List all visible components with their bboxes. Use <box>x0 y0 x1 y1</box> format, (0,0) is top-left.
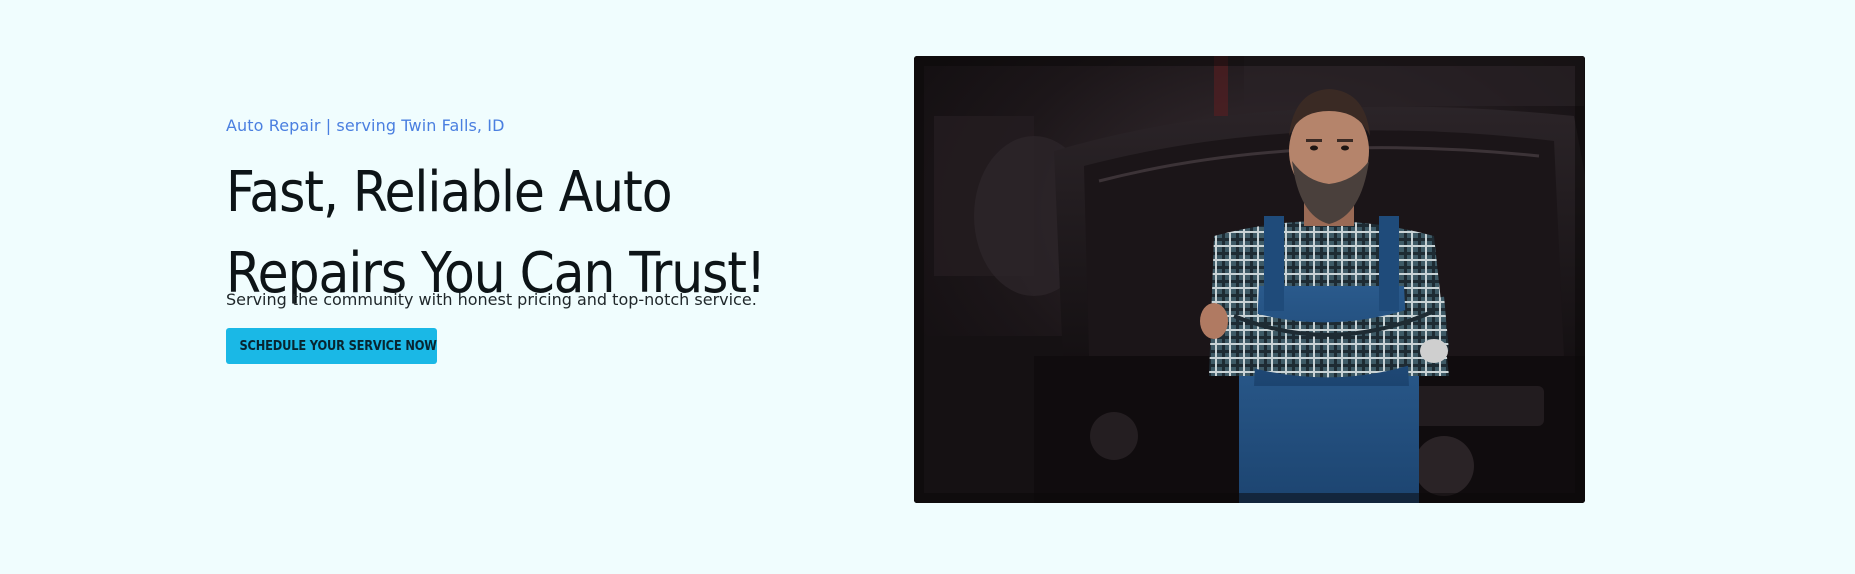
mechanic-photo-illustration <box>914 56 1585 503</box>
schedule-service-button-label: SCHEDULE YOUR SERVICE NOW <box>239 338 437 354</box>
mechanic-photo <box>914 56 1585 503</box>
hero-subtext: Serving the community with honest pricin… <box>226 290 757 309</box>
hero-section: Auto Repair | serving Twin Falls, ID Fas… <box>0 0 1855 574</box>
hero-headline-line-1: Fast, Reliable Auto <box>226 160 673 225</box>
hero-eyebrow: Auto Repair | serving Twin Falls, ID <box>226 116 505 135</box>
schedule-service-button[interactable]: SCHEDULE YOUR SERVICE NOW <box>226 328 437 364</box>
hero-text-block: Auto Repair | serving Twin Falls, ID Fas… <box>226 112 846 364</box>
